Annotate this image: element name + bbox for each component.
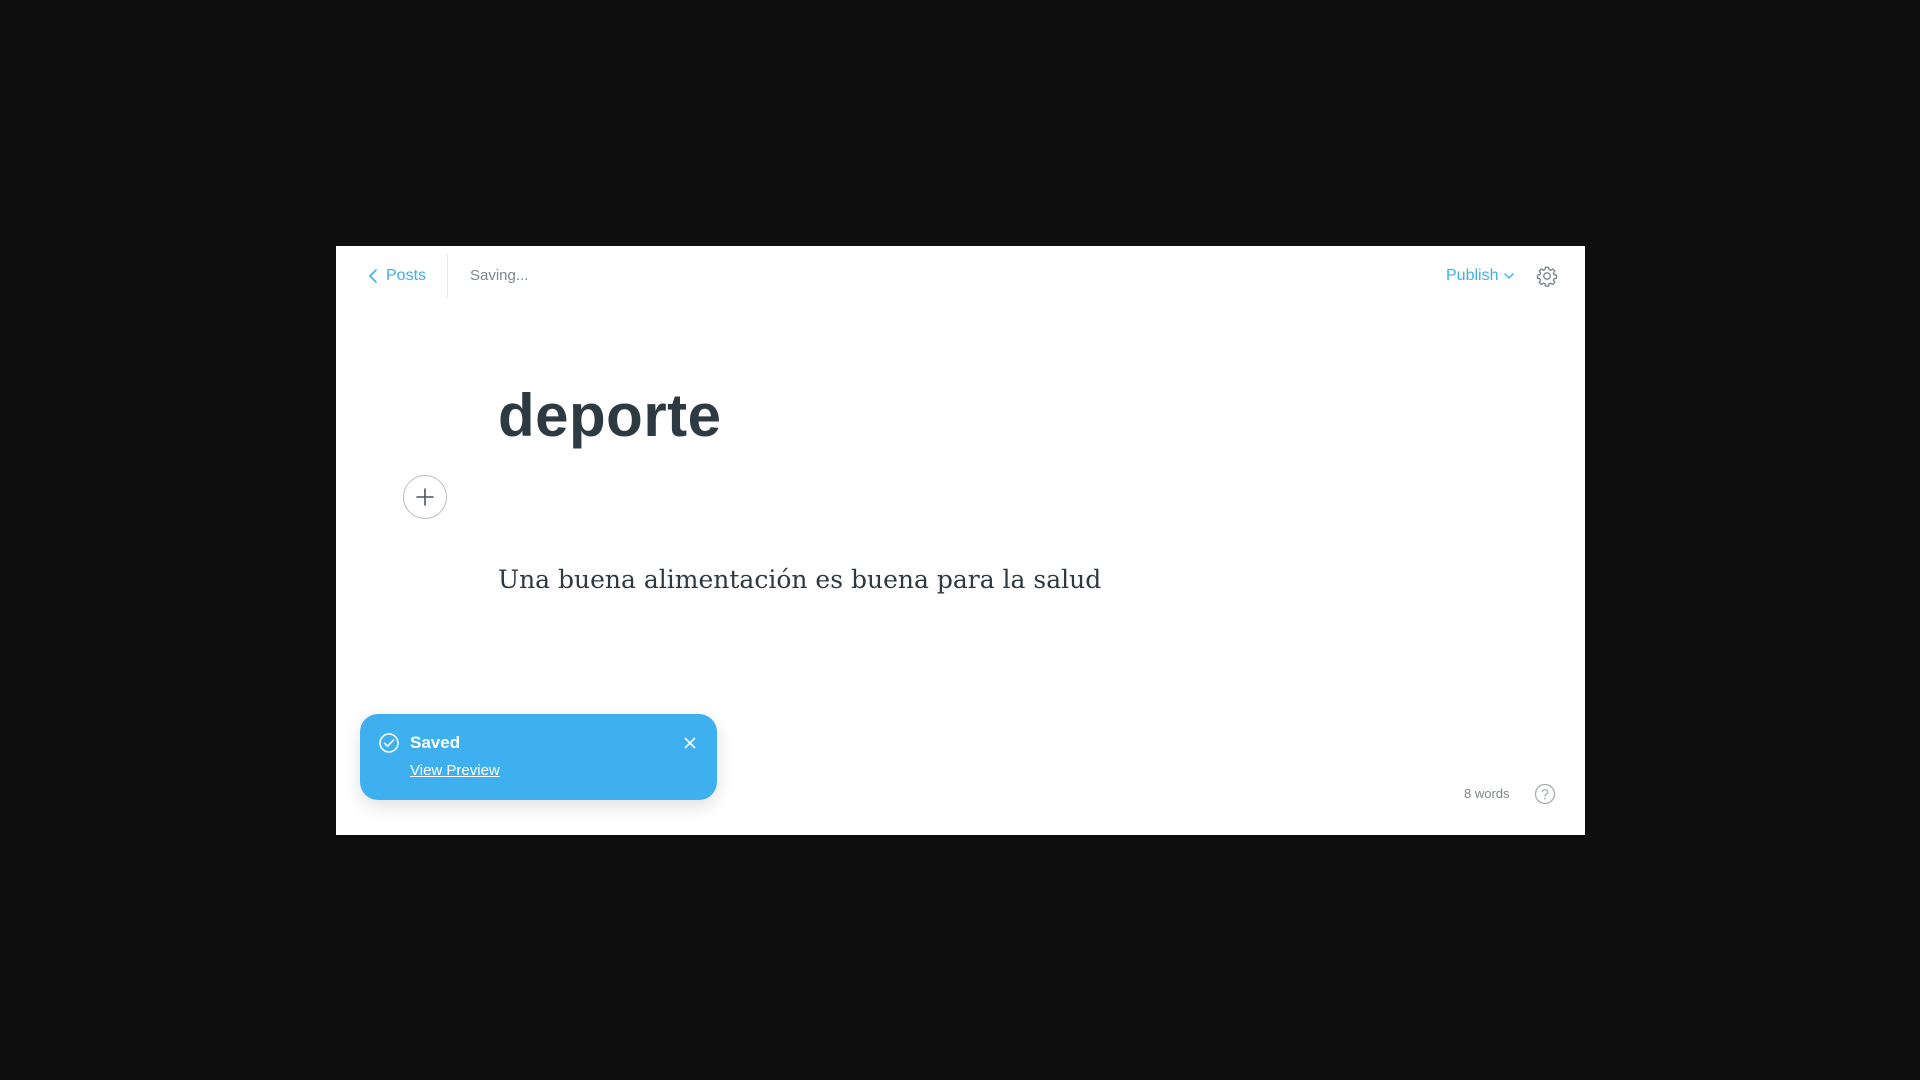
plus-icon: [415, 487, 435, 507]
post-title[interactable]: deporte: [498, 386, 722, 446]
back-link-label: Posts: [386, 267, 427, 284]
publish-label: Publish: [1446, 267, 1499, 284]
close-icon: [684, 737, 696, 749]
word-count: 8 words: [1464, 786, 1510, 801]
check-circle-icon: [378, 732, 400, 754]
add-card-button[interactable]: [403, 475, 447, 519]
toast-title: Saved: [410, 733, 461, 752]
toast-close-button[interactable]: [680, 733, 700, 753]
editor-topbar: Posts Saving... Publish: [336, 246, 1585, 306]
topbar-divider: [447, 254, 448, 298]
back-to-posts-link[interactable]: Posts: [366, 264, 426, 288]
saved-toast: Saved View Preview: [360, 714, 717, 800]
chevron-down-icon: [1503, 270, 1515, 282]
publish-button[interactable]: Publish: [1446, 264, 1515, 288]
gear-icon: [1536, 265, 1558, 287]
chevron-left-icon: [366, 268, 380, 284]
view-preview-link[interactable]: View Preview: [410, 761, 500, 781]
post-body[interactable]: Una buena alimentación es buena para la …: [498, 562, 1101, 597]
editor-window: Posts Saving... Publish deporte Una buen…: [336, 246, 1585, 835]
help-button[interactable]: [1533, 782, 1557, 806]
save-status: Saving...: [470, 267, 529, 284]
settings-button[interactable]: [1534, 263, 1560, 289]
question-circle-icon: [1534, 783, 1556, 805]
